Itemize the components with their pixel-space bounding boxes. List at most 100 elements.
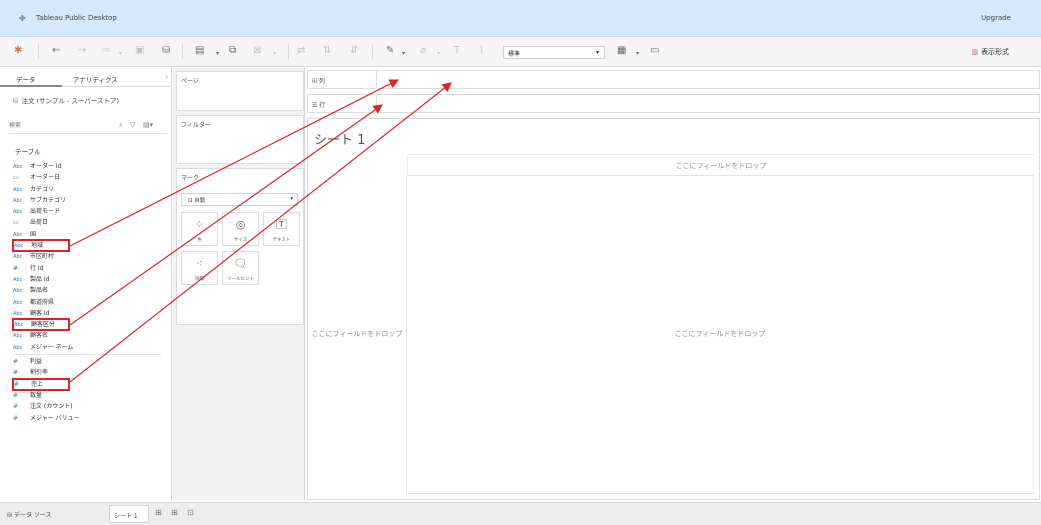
field-item[interactable]: Abc 国	[13, 229, 163, 240]
field-item[interactable]: Abc 顧客名	[13, 330, 163, 341]
labels-icon[interactable]: T	[454, 45, 460, 57]
tables-heading: テーブル	[15, 148, 41, 156]
field-item[interactable]: # 数量	[13, 390, 163, 401]
tab-data[interactable]: データ	[16, 74, 36, 84]
show-me-label: 表示形式	[981, 48, 1009, 56]
datasource-label: 注文 (サンプル - スーパーストア)	[21, 97, 119, 105]
drop-zone-rows[interactable]: ここにフィールドをドロップ	[308, 176, 407, 494]
clear-sheet-icon[interactable]: ⊠	[253, 45, 261, 57]
field-label: メジャー ネーム	[30, 343, 74, 351]
tooltip-icon: 🗨	[233, 257, 248, 270]
datasource-tab[interactable]: ⛁ データ ソース	[7, 510, 52, 519]
field-item[interactable]: Abc オーダー Id	[13, 161, 163, 172]
text-label: テキスト	[272, 238, 291, 243]
rows-shelf[interactable]: ☰ 行	[307, 94, 1040, 113]
field-label: 売上	[31, 380, 44, 388]
text-button[interactable]: 🅃 テキスト	[263, 212, 300, 246]
presentation-mode-icon[interactable]: ▭	[650, 45, 659, 57]
field-label: オーダー Id	[30, 163, 62, 170]
columns-shelf[interactable]: iii 列	[307, 70, 1040, 89]
field-item[interactable]: Abc サブカテゴリ	[13, 195, 163, 206]
tooltip-button[interactable]: 🗨 ツールヒント	[222, 251, 259, 285]
field-item[interactable]: # 行 Id	[13, 263, 163, 274]
field-item[interactable]: ▭ オーダー日	[13, 172, 163, 183]
measures-divider	[13, 354, 161, 356]
field-item[interactable]: Abc 都道府県	[13, 297, 163, 308]
field-item[interactable]: Abc 製品名	[13, 285, 163, 296]
show-cards-dropdown-icon[interactable]: ▾	[636, 48, 639, 60]
duplicate-icon[interactable]: ⧉	[229, 45, 236, 57]
color-button[interactable]: ⁘ 色	[181, 212, 218, 246]
datasource-item[interactable]: ⛁ 注文 (サンプル - スーパーストア)	[13, 95, 119, 105]
collapse-pane-icon[interactable]: ‹	[165, 73, 168, 81]
tab-analytics[interactable]: アナリティクス	[73, 74, 118, 84]
data-pane-tabs: データ アナリティクス ‹	[0, 68, 172, 87]
add-datasource-icon[interactable]: ⛁	[162, 45, 170, 57]
sort-desc-icon[interactable]: ⇵	[350, 45, 358, 57]
tableau-home-icon[interactable]: ✱	[14, 45, 22, 57]
field-item[interactable]: # 売上	[12, 377, 70, 391]
field-item[interactable]: # 割引率	[13, 367, 163, 378]
drop-zone-columns[interactable]: ここにフィールドをドロップ	[407, 154, 1034, 176]
sheet-tab[interactable]: シート 1	[109, 505, 149, 523]
field-item[interactable]: Abc 顧客 Id	[13, 308, 163, 319]
number-type-icon: #	[13, 403, 19, 411]
replay-dropdown-icon[interactable]: ▾	[119, 48, 122, 60]
replay-icon[interactable]: ⇨	[102, 45, 110, 57]
app-title: Tableau Public Desktop	[36, 14, 117, 22]
group-icon[interactable]: ⌀	[420, 45, 426, 57]
highlight-dropdown-icon[interactable]: ▾	[402, 48, 405, 60]
pages-shelf[interactable]: ページ	[176, 71, 304, 111]
save-icon[interactable]: ▣	[135, 45, 144, 57]
show-me-button[interactable]: ▥ 表示形式	[971, 47, 1009, 57]
field-label: 顧客区分	[31, 321, 56, 329]
new-story-tab-icon[interactable]: ⊡	[187, 508, 194, 517]
clear-dropdown-icon[interactable]: ▾	[273, 48, 276, 60]
swap-icon[interactable]: ⇄	[297, 45, 305, 57]
highlight-icon[interactable]: ✎	[386, 45, 394, 57]
view-canvas: シート 1 ここにフィールドをドロップ ここにフィールドをドロップ ここにフィー…	[307, 118, 1040, 500]
fit-dropdown[interactable]: 標準 ▾	[503, 46, 605, 59]
new-worksheet-icon[interactable]: ▤	[195, 45, 204, 57]
date-type-icon: ▭	[13, 174, 19, 182]
size-button[interactable]: ◎ サイズ	[222, 212, 259, 246]
field-item[interactable]: # メジャー バリュー	[13, 413, 163, 424]
upgrade-link[interactable]: Upgrade	[981, 14, 1011, 22]
field-item[interactable]: Abc 顧客区分	[12, 318, 70, 332]
undo-icon[interactable]: ←	[52, 45, 60, 57]
mark-type-value: 自動	[194, 198, 206, 204]
field-label: 出荷日	[30, 219, 49, 227]
field-item[interactable]: Abc 出荷モード	[13, 206, 163, 217]
new-worksheet-tab-icon[interactable]: ⊞	[155, 508, 162, 517]
filter-icon[interactable]: ▽	[130, 121, 135, 129]
field-label: 顧客名	[30, 332, 49, 340]
fix-axes-icon[interactable]: ⌇	[479, 45, 484, 57]
view-options-icon[interactable]: ▤▾	[143, 121, 153, 129]
field-label: メジャー バリュー	[30, 414, 80, 422]
new-dashboard-tab-icon[interactable]: ⊞	[171, 508, 178, 517]
detail-button[interactable]: ⁖ 詳細	[181, 251, 218, 285]
field-label: カテゴリ	[30, 185, 55, 193]
drop-zone-view[interactable]: ここにフィールドをドロップ	[407, 176, 1034, 494]
field-item[interactable]: Abc 製品 Id	[13, 274, 163, 285]
field-item[interactable]: Abc メジャー ネーム	[13, 342, 163, 353]
group-dropdown-icon[interactable]: ▾	[437, 48, 440, 60]
field-item[interactable]: # 利益	[13, 356, 163, 367]
search-icon[interactable]: ⌕	[119, 121, 123, 130]
search-input[interactable]	[9, 122, 109, 129]
field-item[interactable]: ▭ 出荷日	[13, 217, 163, 228]
mark-type-dropdown[interactable]: ⊡ 自動 ▾	[181, 193, 298, 206]
field-item[interactable]: # 注文 (カウント)	[13, 401, 163, 412]
field-item[interactable]: Abc 市区町村	[13, 251, 163, 262]
filters-shelf[interactable]: フィルター	[176, 115, 304, 164]
field-item[interactable]: Abc カテゴリ	[13, 184, 163, 195]
new-worksheet-dropdown-icon[interactable]: ▾	[216, 48, 219, 60]
field-item[interactable]: Abc 地域	[12, 239, 70, 253]
field-label: 数量	[30, 391, 43, 399]
datasource-tab-label: データ ソース	[13, 512, 52, 519]
sort-asc-icon[interactable]: ⇅	[323, 45, 331, 57]
fit-dropdown-value: 標準	[508, 51, 521, 58]
show-cards-icon[interactable]: ▦	[617, 45, 626, 57]
redo-icon[interactable]: →	[78, 45, 86, 57]
sheet-title[interactable]: シート 1	[314, 129, 365, 148]
